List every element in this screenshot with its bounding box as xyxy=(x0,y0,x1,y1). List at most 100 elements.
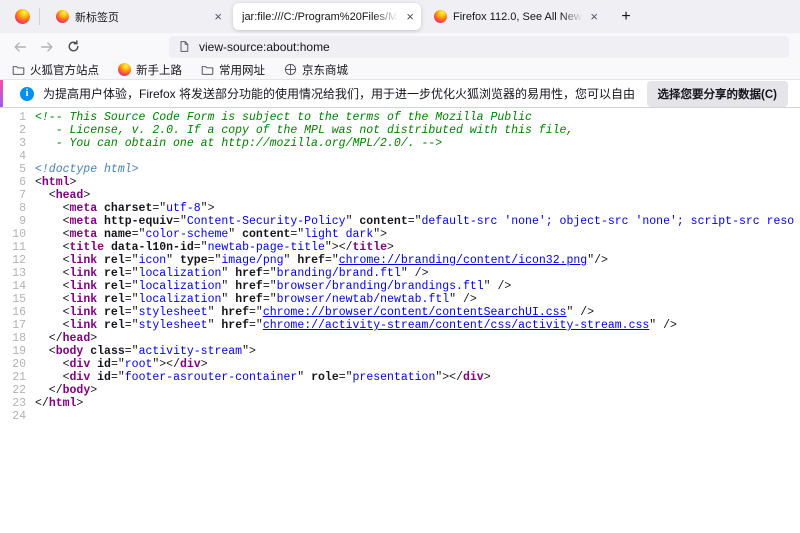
source-line: 12 <link rel="icon" type="image/png" hre… xyxy=(0,254,800,267)
source-token: > xyxy=(70,176,77,189)
source-token: " /> xyxy=(649,319,677,332)
source-token: <!-- This Source Code Form is subject to… xyxy=(35,111,532,124)
source-token xyxy=(97,202,104,215)
bookmark-item-1[interactable]: 火狐官方站点 xyxy=(12,62,99,78)
bookmark-item-2[interactable]: 新手上路 xyxy=(118,62,182,78)
source-token: " xyxy=(346,215,360,228)
source-link[interactable]: chrome://branding/content/icon32.png xyxy=(339,254,587,267)
source-token: < xyxy=(35,345,56,358)
source-token: html xyxy=(49,397,77,410)
back-button[interactable] xyxy=(6,35,33,58)
source-token: image/png xyxy=(221,254,283,267)
tab-separator xyxy=(39,8,40,25)
source-token: link xyxy=(70,319,98,332)
source-token: activity-stream xyxy=(139,345,243,358)
tab-3[interactable]: Firefox 112.0, See All New Fea × xyxy=(425,3,605,30)
source-line: 10 <meta name="color-scheme" content="li… xyxy=(0,228,800,241)
source-token: =" xyxy=(263,267,277,280)
source-token: " xyxy=(221,267,235,280)
source-token: localization xyxy=(139,267,222,280)
tab-2[interactable]: jar:file:///C:/Program%20Files/Mo× xyxy=(233,3,421,30)
bookmark-item-4[interactable]: 京东商城 xyxy=(284,62,348,78)
back-arrow-icon xyxy=(13,40,27,54)
line-number: 23 xyxy=(0,397,26,410)
source-line: 7 <head> xyxy=(0,189,800,202)
line-number: 10 xyxy=(0,228,26,241)
source-token: " xyxy=(221,293,235,306)
forward-button[interactable] xyxy=(33,35,60,58)
source-token xyxy=(97,280,104,293)
tab-close-icon[interactable]: × xyxy=(406,10,414,23)
source-token: rel xyxy=(104,293,125,306)
source-token: rel xyxy=(104,267,125,280)
tab-close-icon[interactable]: × xyxy=(214,10,222,23)
source-token: " xyxy=(166,254,180,267)
source-token: data-l10n-id xyxy=(111,241,194,254)
line-number: 5 xyxy=(0,163,26,176)
line-number: 3 xyxy=(0,137,26,150)
source-line: 13 <link rel="localization" href="brandi… xyxy=(0,267,800,280)
new-tab-button[interactable]: + xyxy=(613,5,639,29)
source-line: 21 <div id="footer-asrouter-container" r… xyxy=(0,371,800,384)
source-token: =" xyxy=(132,228,146,241)
source-token xyxy=(97,254,104,267)
pinned-tab[interactable] xyxy=(8,4,36,30)
tab-title: Firefox 112.0, See All New Fea xyxy=(453,11,585,23)
source-token: > xyxy=(83,189,90,202)
url-text: view-source:about:home xyxy=(199,40,330,54)
source-token: meta xyxy=(70,202,98,215)
firefox-icon xyxy=(118,63,131,76)
source-token: =" xyxy=(125,293,139,306)
source-token: =" xyxy=(339,371,353,384)
source-token: > xyxy=(387,241,394,254)
line-number: 8 xyxy=(0,202,26,215)
source-token: " xyxy=(208,306,222,319)
bookmark-label: 京东商城 xyxy=(302,62,348,78)
source-token: < xyxy=(35,371,70,384)
source-token: href xyxy=(235,267,263,280)
folder-icon xyxy=(12,63,25,76)
source-link[interactable]: chrome://browser/content/contentSearchUI… xyxy=(263,306,567,319)
source-line: 19 <body class="activity-stream"> xyxy=(0,345,800,358)
tab-1[interactable]: 新标签页 × xyxy=(47,3,229,30)
source-token: </ xyxy=(35,397,49,410)
source-token: "> xyxy=(201,202,215,215)
source-token: > xyxy=(76,397,83,410)
source-token: rel xyxy=(104,254,125,267)
source-token: < xyxy=(35,293,70,306)
line-number: 16 xyxy=(0,306,26,319)
source-line: 8 <meta charset="utf-8"> xyxy=(0,202,800,215)
line-number: 24 xyxy=(0,410,26,423)
source-token: content xyxy=(359,215,407,228)
bookmark-item-3[interactable]: 常用网址 xyxy=(201,62,265,78)
source-token: branding/brand.ftl xyxy=(277,267,401,280)
source-link[interactable]: chrome://activity-stream/content/css/act… xyxy=(263,319,649,332)
info-icon: i xyxy=(20,87,34,101)
view-source-content: 1<!-- This Source Code Form is subject t… xyxy=(0,108,800,533)
reload-icon xyxy=(67,40,80,53)
source-token: color-scheme xyxy=(145,228,228,241)
source-token xyxy=(97,267,104,280)
tab-title: 新标签页 xyxy=(75,9,209,25)
source-token: < xyxy=(35,254,70,267)
source-token: < xyxy=(35,202,70,215)
source-line: 23 </html> xyxy=(0,397,800,410)
source-line: 22 </body> xyxy=(0,384,800,397)
source-line: 24 xyxy=(0,410,800,423)
source-token: type xyxy=(180,254,208,267)
source-token: name xyxy=(104,228,132,241)
source-token: meta xyxy=(70,228,98,241)
source-line: 5<!doctype html> xyxy=(0,163,800,176)
source-token: "> xyxy=(242,345,256,358)
source-token: content xyxy=(242,228,290,241)
bookmarks-bar: 火狐官方站点 新手上路 常用网址 京东商城 xyxy=(0,60,800,80)
reload-button[interactable] xyxy=(60,35,87,58)
source-token: stylesheet xyxy=(139,319,208,332)
choose-shared-data-button[interactable]: 选择您要分享的数据(C) xyxy=(647,81,788,107)
tab-close-icon[interactable]: × xyxy=(590,10,598,23)
source-token: div xyxy=(463,371,484,384)
url-bar[interactable]: view-source:about:home xyxy=(169,36,789,58)
source-token: =" xyxy=(173,215,187,228)
source-token: charset xyxy=(104,202,152,215)
source-token xyxy=(97,228,104,241)
